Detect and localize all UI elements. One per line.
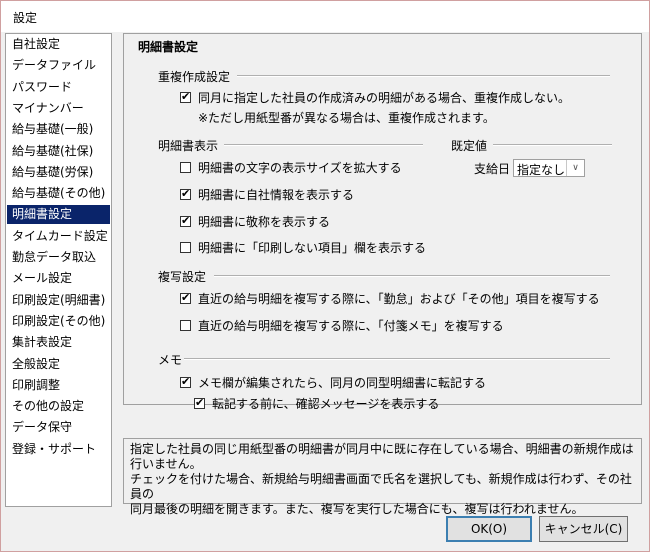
display-option-company-info[interactable]: 明細書に自社情報を表示する <box>180 186 354 203</box>
divider <box>224 144 423 146</box>
ok-button[interactable]: OK(O) <box>446 516 532 542</box>
window-title: 設定 <box>13 11 38 25</box>
sidebar-item[interactable]: 全般設定 <box>7 355 110 374</box>
sidebar-item[interactable]: 印刷調整 <box>7 376 110 395</box>
settings-window: 設定 自社設定データファイル パスワードマイナンバー 給与基礎(一般) 給与基礎(社保… <box>0 0 650 552</box>
sidebar-item[interactable]: 集計表設定 <box>7 333 110 352</box>
checkbox-box[interactable] <box>180 291 191 304</box>
description-line: 同月最後の明細を開きます。また、複写を実行した場合にも、複写は行われません。 <box>130 502 584 516</box>
display-option-honorific[interactable]: 明細書に敬称を表示する <box>180 213 330 230</box>
checkbox-label: メモ欄が編集されたら、同月の同型明細書に転記する <box>198 376 487 390</box>
duplicate-note: ※ただし用紙型番が異なる場合は、重複作成されます。 <box>198 111 495 125</box>
sidebar-item[interactable]: 明細書設定 <box>7 205 110 225</box>
divider <box>214 275 610 277</box>
sidebar-item[interactable]: マイナンバー <box>7 99 110 118</box>
memo-transfer-checkbox[interactable]: メモ欄が編集されたら、同月の同型明細書に転記する <box>180 374 486 391</box>
sidebar-item[interactable]: 給与基礎(一般) <box>7 120 110 139</box>
sidebar-item[interactable]: 給与基礎(労保) <box>7 163 110 182</box>
sidebar-item[interactable]: 印刷設定(その他) <box>7 312 110 331</box>
checkbox-box[interactable] <box>180 320 191 331</box>
divider <box>493 144 612 146</box>
sidebar-item[interactable]: その他の設定 <box>7 397 110 416</box>
divider <box>184 358 610 360</box>
description-line: チェックを付けた場合、新規給与明細書画面で氏名を選択しても、新規作成は行わず、そ… <box>130 472 632 501</box>
display-section-heading: 明細書表示 <box>158 139 219 153</box>
description-line: 指定した社員の同じ用紙型番の明細書が同月中に既に存在している場合、明細書の新規作… <box>130 442 634 456</box>
no-duplicate-checkbox[interactable]: 同月に指定した社員の作成済みの明細がある場合、重複作成しない。 <box>180 89 570 106</box>
checkbox-label: 同月に指定した社員の作成済みの明細がある場合、重複作成しない。 <box>198 91 571 105</box>
checkbox-label: 明細書の文字の表示サイズを拡大する <box>198 161 402 175</box>
sidebar-item[interactable]: タイムカード設定 <box>7 227 110 246</box>
payday-label: 支給日 <box>474 162 511 176</box>
description-box: 指定した社員の同じ用紙型番の明細書が同月中に既に存在している場合、明細書の新規作… <box>123 438 642 516</box>
payday-value: 指定なし <box>517 163 566 177</box>
checkbox-label: 転記する前に、確認メッセージを表示する <box>212 397 440 411</box>
sidebar-item[interactable]: 自社設定 <box>7 35 110 54</box>
sidebar-item[interactable]: 給与基礎(社保) <box>7 142 110 161</box>
checkbox-box[interactable] <box>180 162 191 173</box>
sidebar-item[interactable]: 印刷設定(明細書) <box>7 291 110 310</box>
defaults-section-heading: 既定値 <box>451 139 488 153</box>
statement-settings-panel: 明細書設定 重複作成設定 同月に指定した社員の作成済みの明細がある場合、重複作成… <box>123 33 642 411</box>
payday-select[interactable]: 指定なし ∨ <box>513 159 585 177</box>
copy-option-attendance[interactable]: 直近の給与明細を複写する際に、「勤怠」および「その他」項目を複写する <box>180 290 600 307</box>
display-option-nonprint-items[interactable]: 明細書に「印刷しない項目」欄を表示する <box>180 239 426 256</box>
checkbox-box[interactable] <box>180 90 191 103</box>
title-bar: 設定 <box>1 1 649 32</box>
sidebar-item[interactable]: データ保守 <box>7 418 110 437</box>
checkbox-box[interactable] <box>180 187 191 200</box>
checkbox-box[interactable] <box>180 375 191 388</box>
checkbox-box[interactable] <box>194 396 205 409</box>
settings-category-list[interactable]: 自社設定データファイル パスワードマイナンバー 給与基礎(一般) 給与基礎(社保) 給与… <box>5 33 112 507</box>
sidebar-item[interactable]: データファイル <box>7 56 110 75</box>
memo-section-heading: メモ <box>158 353 183 367</box>
sidebar-item[interactable]: 登録・サポート <box>7 440 110 459</box>
display-option-enlarge[interactable]: 明細書の文字の表示サイズを拡大する <box>180 159 402 176</box>
checkbox-label: 直近の給与明細を複写する際に、「付箋メモ」を複写する <box>198 319 504 333</box>
sidebar-item[interactable]: メール設定 <box>7 269 110 288</box>
checkbox-label: 明細書に敬称を表示する <box>198 215 331 229</box>
copy-option-sticky-memo[interactable]: 直近の給与明細を複写する際に、「付箋メモ」を複写する <box>180 317 504 334</box>
chevron-down-icon[interactable]: ∨ <box>566 160 584 176</box>
memo-confirm-checkbox[interactable]: 転記する前に、確認メッセージを表示する <box>194 395 439 412</box>
checkbox-box[interactable] <box>180 242 191 253</box>
divider <box>237 75 610 77</box>
checkbox-label: 明細書に自社情報を表示する <box>198 188 355 202</box>
duplicate-section-heading: 重複作成設定 <box>158 70 231 84</box>
checkbox-label: 直近の給与明細を複写する際に、「勤怠」および「その他」項目を複写する <box>198 292 600 306</box>
checkbox-label: 明細書に「印刷しない項目」欄を表示する <box>198 241 427 255</box>
sidebar-item[interactable]: 給与基礎(その他) <box>7 184 110 203</box>
sidebar-item[interactable]: 勤怠データ取込 <box>7 248 110 267</box>
checkbox-box[interactable] <box>180 214 191 227</box>
sidebar-item[interactable]: パスワード <box>7 78 110 97</box>
copy-section-heading: 複写設定 <box>158 270 207 284</box>
window-content: 自社設定データファイル パスワードマイナンバー 給与基礎(一般) 給与基礎(社保) 給与… <box>5 33 645 547</box>
description-line: 行いません。 <box>130 457 202 471</box>
panel-title: 明細書設定 <box>138 40 199 54</box>
cancel-button[interactable]: キャンセル(C) <box>539 516 628 542</box>
